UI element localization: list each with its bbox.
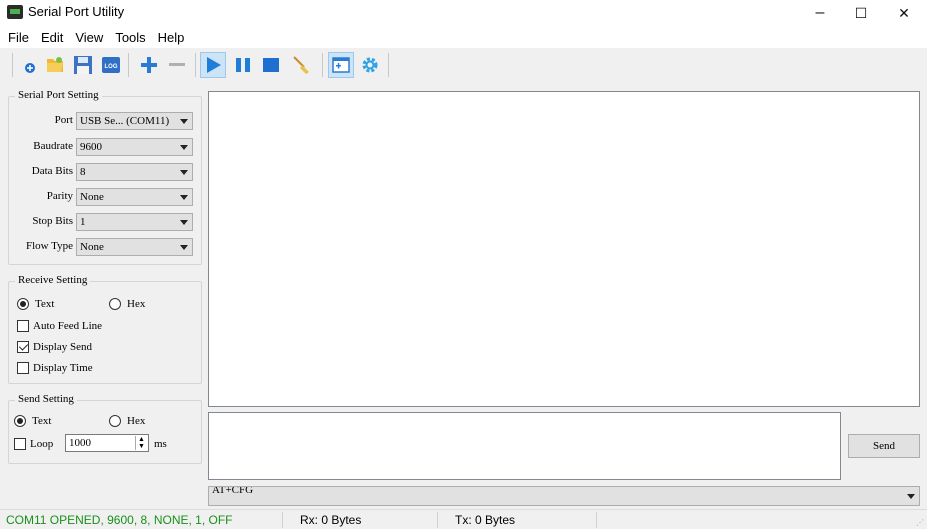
baudrate-value: 9600 — [80, 141, 102, 153]
ms-label: ms — [154, 438, 167, 450]
connection-status: COM11 OPENED, 9600, 8, NONE, 1, OFF — [6, 513, 233, 527]
display-send-checkbox[interactable] — [17, 341, 29, 353]
new-connection-icon[interactable] — [16, 52, 42, 78]
stopbits-select[interactable]: 1 — [76, 213, 193, 231]
log-icon[interactable]: LOG — [98, 52, 124, 78]
display-time-checkbox[interactable] — [17, 362, 29, 374]
toolbar-separator — [12, 53, 13, 77]
receive-setting-title: Receive Setting — [15, 274, 91, 286]
add-icon[interactable] — [136, 52, 162, 78]
serial-port-setting-title: Serial Port Setting — [15, 89, 102, 101]
chevron-down-icon — [180, 145, 188, 150]
settings-gear-icon[interactable] — [357, 52, 383, 78]
status-bar: COM11 OPENED, 9600, 8, NONE, 1, OFF Rx: … — [0, 509, 927, 529]
port-label: Port — [54, 114, 73, 126]
display-send-label: Display Send — [33, 341, 92, 353]
toolbar: LOG — [0, 48, 927, 84]
chevron-down-icon — [180, 170, 188, 175]
window-title: Serial Port Utility — [28, 4, 125, 19]
baudrate-select[interactable]: 9600 — [76, 138, 193, 156]
parity-select[interactable]: None — [76, 188, 193, 206]
receive-display-area[interactable] — [208, 91, 920, 407]
close-button[interactable]: ✕ — [881, 0, 927, 26]
pause-icon[interactable] — [230, 52, 256, 78]
parity-value: None — [80, 191, 104, 203]
clear-broom-icon[interactable] — [288, 52, 314, 78]
command-history-select[interactable]: AT+CFG — [208, 486, 920, 506]
stopbits-value: 1 — [80, 216, 86, 228]
flowtype-select[interactable]: None — [76, 238, 193, 256]
chevron-down-icon — [180, 245, 188, 250]
parity-label: Parity — [46, 190, 73, 202]
toolbar-separator — [195, 53, 196, 77]
stop-icon[interactable] — [258, 52, 284, 78]
stopbits-label: Stop Bits — [32, 215, 73, 227]
tx-counter: Tx: 0 Bytes — [455, 513, 516, 527]
chevron-down-icon — [180, 195, 188, 200]
toolbar-separator — [388, 53, 389, 77]
minimize-button[interactable]: – — [797, 0, 843, 26]
auto-feed-checkbox[interactable] — [17, 320, 29, 332]
menu-bar: File Edit View Tools Help — [0, 26, 927, 48]
send-setting-title: Send Setting — [15, 393, 77, 405]
maximize-button[interactable]: ☐ — [838, 0, 884, 26]
display-time-label: Display Time — [33, 362, 93, 374]
open-icon[interactable] — [42, 52, 68, 78]
send-text-radio[interactable] — [14, 415, 26, 427]
menu-edit[interactable]: Edit — [35, 30, 69, 45]
app-icon — [7, 5, 23, 19]
port-value: USB Se... (COM11) — [80, 115, 170, 127]
send-input-area[interactable] — [208, 412, 841, 480]
resize-grip-icon[interactable]: ⋰ — [916, 518, 924, 527]
menu-file[interactable]: File — [2, 30, 35, 45]
status-divider — [596, 512, 597, 528]
loop-interval-value: 1000 — [69, 437, 91, 449]
loop-checkbox[interactable] — [14, 438, 26, 450]
menu-view[interactable]: View — [69, 30, 109, 45]
databits-label: Data Bits — [31, 165, 73, 177]
receive-setting-group: Receive Setting Text Hex Auto Feed Line … — [8, 274, 202, 384]
chevron-down-icon — [907, 494, 915, 499]
port-select[interactable]: USB Se... (COM11) — [76, 112, 193, 130]
menu-help[interactable]: Help — [152, 30, 191, 45]
receive-text-label: Text — [35, 298, 55, 310]
status-divider — [282, 512, 283, 528]
title-bar: Serial Port Utility – ☐ ✕ — [0, 0, 927, 26]
send-button[interactable]: Send — [848, 434, 920, 458]
toolbar-separator — [322, 53, 323, 77]
send-setting-group: Send Setting Text Hex Loop 1000 ▲ ▼ ms — [8, 393, 202, 464]
receive-text-radio[interactable] — [17, 298, 29, 310]
databits-select[interactable]: 8 — [76, 163, 193, 181]
receive-hex-label: Hex — [127, 298, 146, 310]
menu-tools[interactable]: Tools — [109, 30, 151, 45]
play-icon[interactable] — [200, 52, 226, 78]
loop-label: Loop — [30, 438, 54, 450]
toolbar-separator — [128, 53, 129, 77]
flowtype-value: None — [80, 241, 104, 253]
rx-counter: Rx: 0 Bytes — [300, 513, 362, 527]
flowtype-label: Flow Type — [25, 240, 73, 252]
log-icon-label: LOG — [105, 64, 118, 70]
databits-value: 8 — [80, 166, 86, 178]
receive-hex-radio[interactable] — [109, 298, 121, 310]
chevron-down-icon — [180, 119, 188, 124]
send-hex-radio[interactable] — [109, 415, 121, 427]
remove-icon[interactable] — [164, 52, 190, 78]
chevron-down-icon — [180, 220, 188, 225]
send-hex-label: Hex — [127, 415, 146, 427]
save-icon[interactable] — [70, 52, 96, 78]
status-divider — [437, 512, 438, 528]
auto-feed-label: Auto Feed Line — [33, 320, 103, 332]
command-history-value: AT+CFG — [212, 486, 254, 496]
baudrate-label: Baudrate — [33, 140, 73, 152]
spin-arrows-icon[interactable]: ▲ ▼ — [135, 436, 147, 450]
layout-icon[interactable] — [328, 52, 354, 78]
send-text-label: Text — [32, 415, 52, 427]
serial-port-setting-group: Serial Port Setting Port USB Se... (COM1… — [8, 89, 202, 265]
loop-interval-spinbox[interactable]: 1000 ▲ ▼ — [65, 434, 149, 452]
